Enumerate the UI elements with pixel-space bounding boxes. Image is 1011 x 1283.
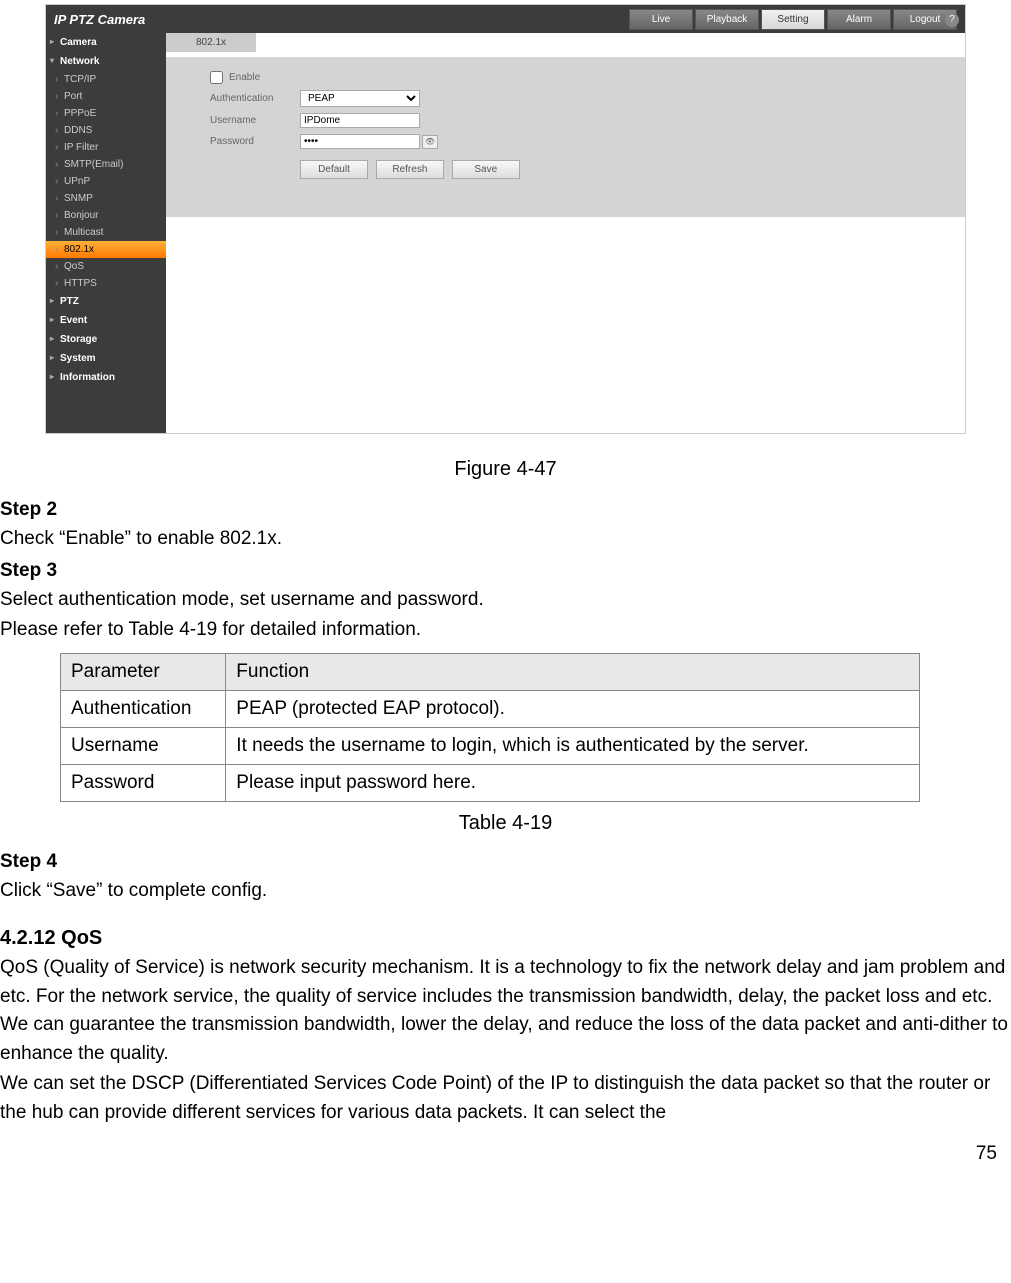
row-enable: Enable xyxy=(182,71,949,84)
section-heading-qos: 4.2.12 QoS xyxy=(0,927,1011,950)
button-row: Default Refresh Save xyxy=(300,159,949,179)
help-icon[interactable]: ? xyxy=(945,13,959,27)
td-param: Authentication xyxy=(61,690,226,727)
td-func: Please input password here. xyxy=(226,764,920,801)
password-label: Password xyxy=(210,136,300,147)
table-row: Password Please input password here. xyxy=(61,764,920,801)
td-func: PEAP (protected EAP protocol). xyxy=(226,690,920,727)
step4-text: Click “Save” to complete config. xyxy=(0,877,1011,906)
table-row: Username It needs the username to login,… xyxy=(61,727,920,764)
sidebar: Camera Network TCP/IP Port PPPoE DDNS IP… xyxy=(46,33,166,433)
sidebar-item-tcpip[interactable]: TCP/IP xyxy=(46,71,166,88)
password-reveal-icon[interactable]: 👁 xyxy=(422,135,438,149)
sidebar-item-ipfilter[interactable]: IP Filter xyxy=(46,139,166,156)
sidebar-item-port[interactable]: Port xyxy=(46,88,166,105)
sidebar-item-https[interactable]: HTTPS xyxy=(46,275,166,292)
sidebar-cat-network[interactable]: Network xyxy=(46,52,166,71)
sidebar-item-upnp[interactable]: UPnP xyxy=(46,173,166,190)
figure-caption: Figure 4-47 xyxy=(0,458,1011,481)
td-func: It needs the username to login, which is… xyxy=(226,727,920,764)
sidebar-cat-information[interactable]: Information xyxy=(46,368,166,387)
enable-checkbox[interactable] xyxy=(210,71,223,84)
auth-label: Authentication xyxy=(210,93,300,104)
sidebar-item-8021x[interactable]: 802.1x xyxy=(46,241,166,258)
product-logo: IP PTZ Camera xyxy=(54,12,145,27)
sidebar-cat-system[interactable]: System xyxy=(46,349,166,368)
sidebar-item-bonjour[interactable]: Bonjour xyxy=(46,207,166,224)
parameter-table: Parameter Function Authentication PEAP (… xyxy=(60,653,920,802)
sidebar-item-qos[interactable]: QoS xyxy=(46,258,166,275)
default-button[interactable]: Default xyxy=(300,160,368,179)
sidebar-cat-ptz[interactable]: PTZ xyxy=(46,292,166,311)
tab-playback[interactable]: Playback xyxy=(695,9,759,30)
content-area: 802.1x ? Enable Authentication PEAP User… xyxy=(166,33,965,433)
qos-paragraph-1: QoS (Quality of Service) is network secu… xyxy=(0,954,1011,1068)
tab-setting[interactable]: Setting xyxy=(761,9,825,30)
sidebar-cat-storage[interactable]: Storage xyxy=(46,330,166,349)
top-bar: IP PTZ Camera Live Playback Setting Alar… xyxy=(46,5,965,33)
row-password: Password 👁 xyxy=(182,134,949,149)
sidebar-item-pppoe[interactable]: PPPoE xyxy=(46,105,166,122)
page-number: 75 xyxy=(0,1129,1011,1173)
th-parameter: Parameter xyxy=(61,653,226,690)
sidebar-item-multicast[interactable]: Multicast xyxy=(46,224,166,241)
row-auth: Authentication PEAP xyxy=(182,90,949,107)
td-param: Password xyxy=(61,764,226,801)
step3-heading: Step 3 xyxy=(0,560,1011,582)
row-username: Username xyxy=(182,113,949,128)
step3-line1: Select authentication mode, set username… xyxy=(0,586,1011,615)
save-button[interactable]: Save xyxy=(452,160,520,179)
sidebar-item-snmp[interactable]: SNMP xyxy=(46,190,166,207)
sidebar-cat-camera[interactable]: Camera xyxy=(46,33,166,52)
form-panel: Enable Authentication PEAP Username Pass… xyxy=(166,57,965,217)
table-caption: Table 4-19 xyxy=(0,812,1011,835)
top-tabs: Live Playback Setting Alarm Logout xyxy=(629,9,957,30)
screenshot-body: Camera Network TCP/IP Port PPPoE DDNS IP… xyxy=(46,33,965,433)
username-label: Username xyxy=(210,115,300,126)
table-header-row: Parameter Function xyxy=(61,653,920,690)
step2-text: Check “Enable” to enable 802.1x. xyxy=(0,525,1011,554)
step4-heading: Step 4 xyxy=(0,851,1011,873)
sidebar-item-smtp[interactable]: SMTP(Email) xyxy=(46,156,166,173)
password-input[interactable] xyxy=(300,134,420,149)
enable-label: Enable xyxy=(229,72,260,83)
qos-paragraph-2: We can set the DSCP (Differentiated Serv… xyxy=(0,1070,1011,1127)
tab-alarm[interactable]: Alarm xyxy=(827,9,891,30)
td-param: Username xyxy=(61,727,226,764)
step3-line2: Please refer to Table 4-19 for detailed … xyxy=(0,616,1011,645)
content-tab-8021x[interactable]: 802.1x xyxy=(166,33,256,52)
auth-select[interactable]: PEAP xyxy=(300,90,420,107)
th-function: Function xyxy=(226,653,920,690)
document-body: Figure 4-47 Step 2 Check “Enable” to ena… xyxy=(0,458,1011,1173)
tab-live[interactable]: Live xyxy=(629,9,693,30)
camera-ui-screenshot: IP PTZ Camera Live Playback Setting Alar… xyxy=(45,4,966,434)
step2-heading: Step 2 xyxy=(0,499,1011,521)
username-input[interactable] xyxy=(300,113,420,128)
sidebar-cat-event[interactable]: Event xyxy=(46,311,166,330)
refresh-button[interactable]: Refresh xyxy=(376,160,444,179)
table-row: Authentication PEAP (protected EAP proto… xyxy=(61,690,920,727)
sidebar-item-ddns[interactable]: DDNS xyxy=(46,122,166,139)
